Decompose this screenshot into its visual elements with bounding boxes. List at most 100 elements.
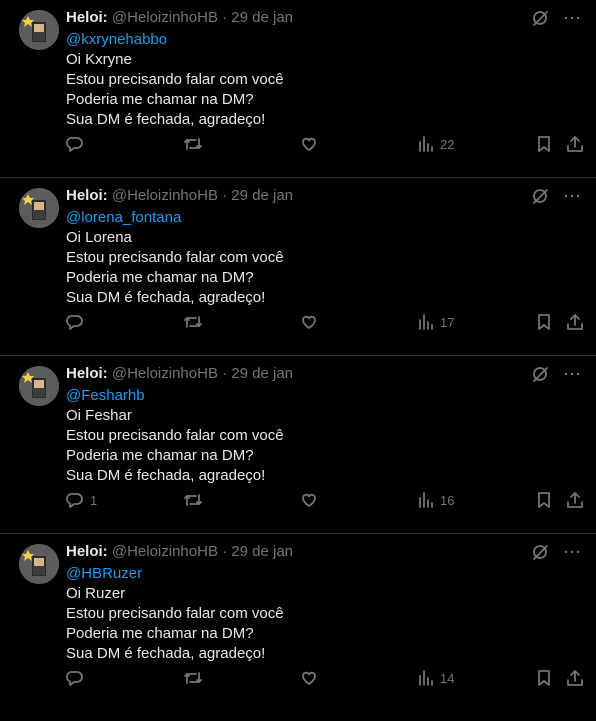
- author-handle[interactable]: @HeloizinhoHB: [112, 365, 218, 382]
- reply-icon: [66, 315, 83, 330]
- tweet-date[interactable]: 29 de jan: [231, 9, 293, 26]
- mention-link[interactable]: @lorena_fontana: [66, 208, 284, 228]
- grok-icon[interactable]: [530, 542, 550, 562]
- like-icon: [302, 137, 316, 151]
- tweet-top-actions: [530, 8, 582, 28]
- tweet-top-actions: [530, 542, 582, 562]
- views-icon: [419, 136, 433, 152]
- tweet-line: Oi Ruzer: [66, 585, 126, 602]
- action-bar: 1 16: [0, 490, 596, 510]
- views-button[interactable]: 16: [418, 490, 454, 510]
- tweet-line: Estou precisando falar com você: [66, 427, 284, 444]
- retweet-button[interactable]: [183, 134, 203, 154]
- tweet-header: Heloi: @HeloizinhoHB · 29 de jan: [66, 187, 293, 205]
- action-bar: 22: [0, 134, 596, 154]
- reply-button[interactable]: [66, 668, 90, 688]
- views-button[interactable]: 17: [418, 312, 454, 332]
- tweet-text: @lorena_fontana Oi Lorena Estou precisan…: [66, 208, 284, 308]
- bookmark-button[interactable]: [536, 490, 552, 510]
- tweet[interactable]: Heloi: @HeloizinhoHB · 29 de jan @Feshar…: [0, 356, 596, 534]
- like-button[interactable]: [300, 312, 318, 332]
- share-icon: [567, 136, 583, 152]
- author-handle[interactable]: @HeloizinhoHB: [112, 9, 218, 26]
- more-icon[interactable]: [562, 364, 582, 384]
- tweet-date[interactable]: 29 de jan: [231, 365, 293, 382]
- more-icon[interactable]: [562, 186, 582, 206]
- like-button[interactable]: [300, 668, 318, 688]
- action-bar: 17: [0, 312, 596, 332]
- views-count: 22: [440, 136, 455, 152]
- grok-icon[interactable]: [530, 186, 550, 206]
- bookmark-button[interactable]: [536, 312, 552, 332]
- views-icon: [419, 492, 433, 508]
- mention-link[interactable]: @HBRuzer: [66, 564, 284, 584]
- mention-link[interactable]: @kxrynehabbo: [66, 30, 284, 50]
- views-button[interactable]: 22: [418, 134, 454, 154]
- views-button[interactable]: 14: [418, 668, 454, 688]
- grok-icon[interactable]: [530, 364, 550, 384]
- tweet-line: Estou precisando falar com você: [66, 249, 284, 266]
- retweet-button[interactable]: [183, 490, 203, 510]
- avatar[interactable]: [19, 366, 59, 406]
- retweet-button[interactable]: [183, 312, 203, 332]
- tweet-line: Poderia me chamar na DM?: [66, 269, 254, 286]
- grok-icon[interactable]: [530, 8, 550, 28]
- retweet-button[interactable]: [183, 668, 203, 688]
- views-icon: [419, 670, 433, 686]
- tweet-header: Heloi: @HeloizinhoHB · 29 de jan: [66, 9, 293, 27]
- tweet-top-actions: [530, 364, 582, 384]
- bookmark-button[interactable]: [536, 134, 552, 154]
- action-bar: 14: [0, 668, 596, 688]
- separator: ·: [222, 9, 228, 26]
- author-handle[interactable]: @HeloizinhoHB: [112, 187, 218, 204]
- tweet[interactable]: Heloi: @HeloizinhoHB · 29 de jan @kxryne…: [0, 0, 596, 178]
- like-button[interactable]: [300, 134, 318, 154]
- tweet-text: @HBRuzer Oi Ruzer Estou precisando falar…: [66, 564, 284, 664]
- share-icon: [567, 670, 583, 686]
- bookmark-icon: [538, 670, 550, 686]
- separator: ·: [222, 187, 228, 204]
- reply-button[interactable]: [66, 134, 90, 154]
- tweet-top-actions: [530, 186, 582, 206]
- tweet-line: Sua DM é fechada, agradeço!: [66, 467, 266, 484]
- retweet-icon: [184, 138, 202, 150]
- share-button[interactable]: [566, 668, 584, 688]
- bookmark-icon: [538, 492, 550, 508]
- tweet[interactable]: Heloi: @HeloizinhoHB · 29 de jan @HBRuze…: [0, 534, 596, 712]
- avatar[interactable]: [19, 188, 59, 228]
- tweet-date[interactable]: 29 de jan: [231, 543, 293, 560]
- reply-button[interactable]: [66, 312, 90, 332]
- reply-count: 1: [90, 492, 98, 508]
- like-icon: [302, 315, 316, 329]
- like-button[interactable]: [300, 490, 318, 510]
- more-icon[interactable]: [562, 542, 582, 562]
- tweet-line: Oi Feshar: [66, 407, 132, 424]
- tweet-text: @Fesharhb Oi Feshar Estou precisando fal…: [66, 386, 284, 486]
- author-name[interactable]: Heloi:: [66, 187, 108, 204]
- like-icon: [302, 493, 316, 507]
- views-count: 16: [440, 492, 455, 508]
- author-handle[interactable]: @HeloizinhoHB: [112, 543, 218, 560]
- tweet-date[interactable]: 29 de jan: [231, 187, 293, 204]
- tweet-line: Estou precisando falar com você: [66, 605, 284, 622]
- share-button[interactable]: [566, 312, 584, 332]
- author-name[interactable]: Heloi:: [66, 365, 108, 382]
- tweet-header: Heloi: @HeloizinhoHB · 29 de jan: [66, 365, 293, 383]
- reply-button[interactable]: 1: [66, 490, 97, 510]
- avatar[interactable]: [19, 10, 59, 50]
- author-name[interactable]: Heloi:: [66, 9, 108, 26]
- views-icon: [419, 314, 433, 330]
- mention-link[interactable]: @Fesharhb: [66, 386, 284, 406]
- timeline: Heloi: @HeloizinhoHB · 29 de jan @kxryne…: [0, 0, 596, 712]
- share-button[interactable]: [566, 490, 584, 510]
- avatar[interactable]: [19, 544, 59, 584]
- retweet-icon: [184, 316, 202, 328]
- tweet-header: Heloi: @HeloizinhoHB · 29 de jan: [66, 543, 293, 561]
- tweet[interactable]: Heloi: @HeloizinhoHB · 29 de jan @lorena…: [0, 178, 596, 356]
- share-button[interactable]: [566, 134, 584, 154]
- share-icon: [567, 314, 583, 330]
- tweet-line: Sua DM é fechada, agradeço!: [66, 645, 266, 662]
- bookmark-button[interactable]: [536, 668, 552, 688]
- author-name[interactable]: Heloi:: [66, 543, 108, 560]
- more-icon[interactable]: [562, 8, 582, 28]
